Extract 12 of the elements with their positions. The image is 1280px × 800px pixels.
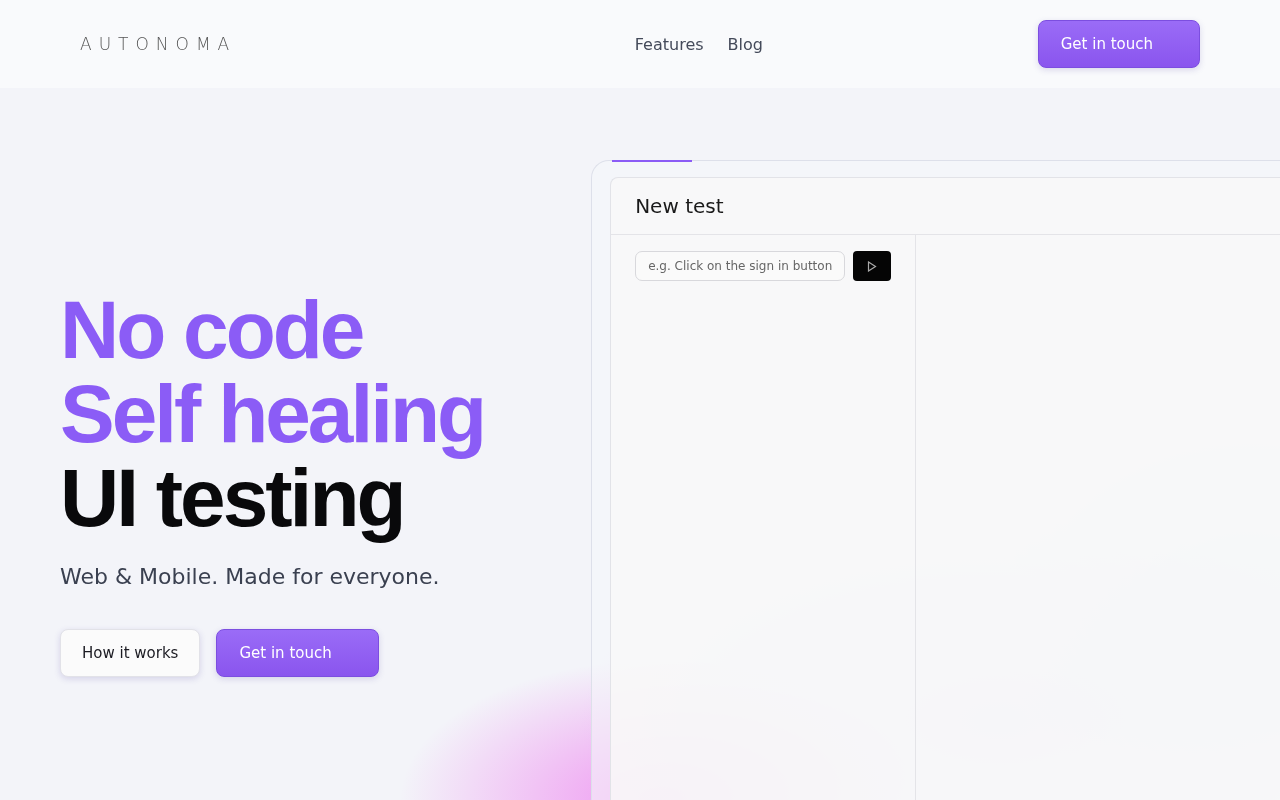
get-in-touch-button[interactable]: Get in touch	[1037, 20, 1200, 68]
nav-link[interactable]: Features	[634, 34, 704, 54]
run-button[interactable]	[853, 251, 892, 281]
secondary-button[interactable]: How it works	[60, 629, 201, 677]
play-icon	[867, 260, 878, 272]
logo[interactable]: AUTONOMA	[80, 34, 380, 54]
nav-link[interactable]: Blog	[727, 34, 763, 54]
primary-button[interactable]: Get in touch	[216, 629, 379, 677]
headline-line: No code	[60, 288, 364, 372]
prompt-field[interactable]: e.g. Click on the sign in button	[635, 251, 846, 281]
test-title: New test	[611, 178, 1280, 235]
subtitle: Web & Mobile. Made for everyone.	[60, 564, 441, 589]
